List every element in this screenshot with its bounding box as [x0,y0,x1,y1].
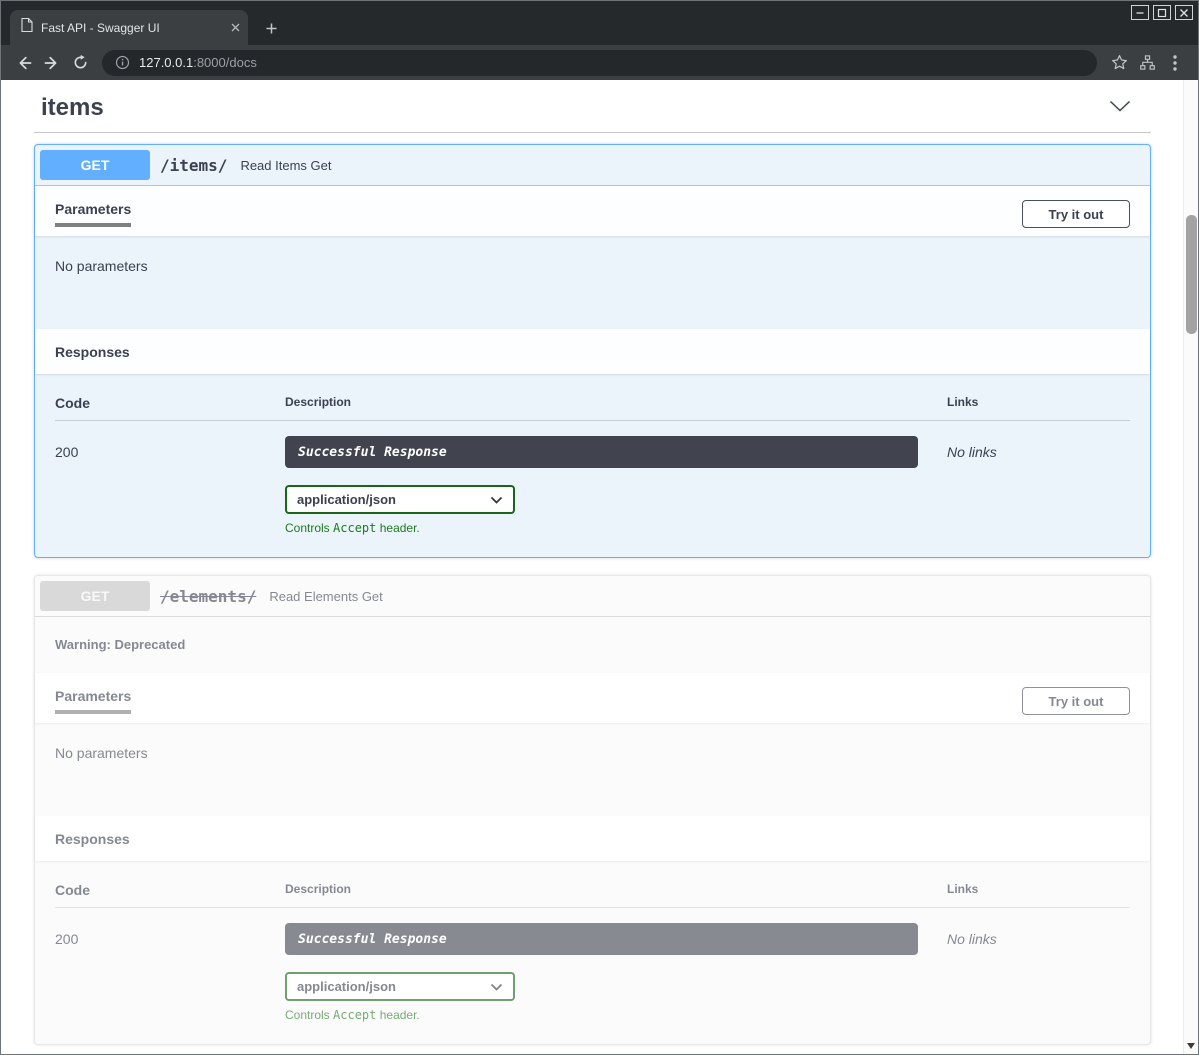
responses-header: Responses [35,816,1150,861]
chevron-down-icon [490,983,503,991]
tag-section-items[interactable]: items [34,80,1151,133]
no-parameters-text: No parameters [55,258,148,274]
responses-table: Code Description Links 200 Successful Re… [35,374,1150,557]
opblock-get-elements-deprecated: GET /elements/ Read Elements Get Warning… [34,575,1151,1045]
url-path: :8000/docs [193,55,257,70]
close-button[interactable] [1175,5,1193,20]
minimize-button[interactable] [1131,5,1149,20]
response-description-cell: Successful Response application/json Con… [285,923,947,1022]
parameters-body: No parameters [35,723,1150,816]
response-description-cell: Successful Response application/json Con… [285,436,947,535]
accept-header-note: Controls Accept header. [285,521,947,535]
accept-header-note: Controls Accept header. [285,1008,947,1022]
scrollbar-thumb[interactable] [1186,215,1197,334]
reload-button[interactable] [66,49,94,77]
try-it-out-button[interactable]: Try it out [1022,687,1130,715]
tag-title: items [41,94,104,122]
responses-title: Responses [55,831,130,847]
media-type-select[interactable]: application/json [285,972,515,1001]
sites-button[interactable] [1133,49,1161,77]
bookmark-button[interactable] [1105,49,1133,77]
document-icon [21,18,33,37]
response-description-bar: Successful Response [285,923,918,955]
minimize-icon [1135,8,1145,18]
opblock-summary[interactable]: GET /elements/ Read Elements Get [35,576,1150,617]
tab-close-button[interactable] [231,23,240,32]
responses-table-header: Code Description Links [55,395,1130,421]
address-bar[interactable]: 127.0.0.1:8000/docs [102,50,1097,76]
response-links: No links [947,436,1130,535]
deprecated-warning: Warning: Deprecated [35,617,1150,673]
parameters-body: No parameters [35,236,1150,329]
column-description: Description [285,882,947,898]
sites-icon [1139,54,1156,71]
column-links: Links [947,882,1130,898]
operation-path: /elements/ [160,587,256,606]
method-badge: GET [40,150,150,180]
new-tab-button[interactable] [259,16,283,40]
operation-summary: Read Items Get [240,158,331,173]
media-type-select[interactable]: application/json [285,485,515,514]
opblock-get-items: GET /items/ Read Items Get Parameters Tr… [34,144,1151,558]
chevron-down-icon [490,496,503,504]
page-viewport: items GET /items/ Read Items Get Paramet… [1,80,1198,1054]
back-button[interactable] [10,49,38,77]
response-code: 200 [55,436,285,535]
method-badge: GET [40,581,150,611]
try-it-out-button[interactable]: Try it out [1022,200,1130,228]
response-row: 200 Successful Response application/json… [55,908,1130,1022]
response-links: No links [947,923,1130,1022]
maximize-button[interactable] [1153,5,1171,20]
plus-icon [265,22,278,35]
url-host: 127.0.0.1 [139,55,193,70]
column-code: Code [55,395,285,411]
parameters-header: Parameters Try it out [35,673,1150,723]
parameters-header: Parameters Try it out [35,186,1150,236]
response-description-text: Successful Response [298,932,447,947]
titlebar: Fast API - Swagger UI [1,1,1198,45]
operation-path: /items/ [160,156,227,175]
media-type-value: application/json [297,492,396,507]
column-description: Description [285,395,947,411]
browser-window: Fast API - Swagger UI [0,0,1199,1055]
back-icon [15,54,33,72]
kebab-menu-icon [1173,55,1177,71]
browser-tab[interactable]: Fast API - Swagger UI [10,10,248,45]
response-row: 200 Successful Response application/json… [55,421,1130,535]
maximize-icon [1157,8,1167,18]
no-parameters-text: No parameters [55,745,148,761]
column-code: Code [55,882,285,898]
response-code: 200 [55,923,285,1022]
chevron-down-icon[interactable] [1109,99,1131,117]
response-description-text: Successful Response [298,445,447,460]
opblock-summary[interactable]: GET /items/ Read Items Get [35,145,1150,186]
swagger-content: items GET /items/ Read Items Get Paramet… [34,80,1151,1054]
tab-title: Fast API - Swagger UI [41,21,223,35]
column-links: Links [947,395,1130,411]
responses-table: Code Description Links 200 Successful Re… [35,861,1150,1044]
tab-parameters: Parameters [55,688,131,714]
response-description-bar: Successful Response [285,436,918,468]
operation-summary: Read Elements Get [269,589,382,604]
browser-toolbar: 127.0.0.1:8000/docs [1,45,1198,80]
star-icon [1111,54,1128,71]
window-controls [1131,5,1193,20]
responses-header: Responses [35,329,1150,374]
scrollbar-down-arrow[interactable] [1187,1043,1195,1049]
forward-icon [43,54,61,72]
reload-icon [72,54,89,71]
url-text: 127.0.0.1:8000/docs [139,55,257,70]
close-icon [1179,8,1189,18]
responses-table-header: Code Description Links [55,882,1130,908]
media-type-value: application/json [297,979,396,994]
page-scrollbar[interactable] [1183,80,1198,1054]
tab-parameters: Parameters [55,201,131,227]
site-info-icon[interactable] [115,55,130,70]
menu-button[interactable] [1161,49,1189,77]
forward-button[interactable] [38,49,66,77]
responses-title: Responses [55,344,130,360]
